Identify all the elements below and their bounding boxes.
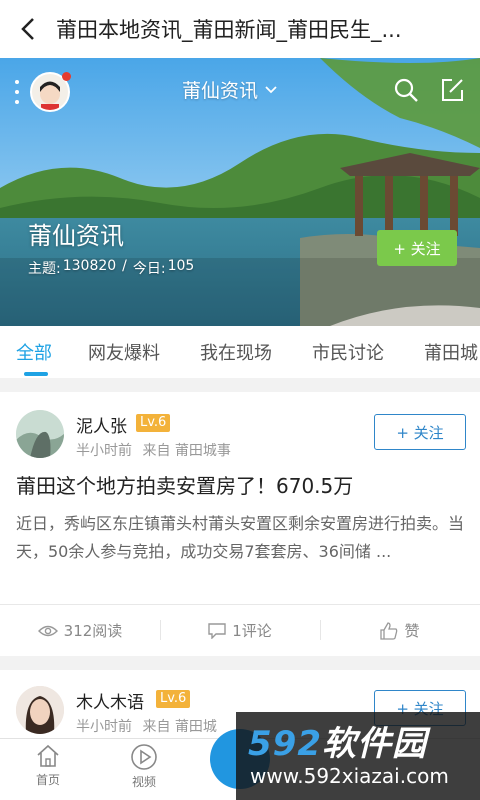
level-badge: Lv.6 — [156, 690, 191, 708]
author-name[interactable]: 泥人张 — [76, 412, 127, 437]
post-time: 半小时前 — [76, 443, 132, 459]
tab-city[interactable]: 莆田城 — [424, 339, 478, 365]
watermark-url: www.592xiazai.com — [250, 764, 449, 788]
comment-label: 1评论 — [232, 622, 272, 640]
tab-all[interactable]: 全部 — [16, 339, 52, 365]
post-meta: 半小时前 来自 莆田城 — [76, 716, 217, 736]
post-excerpt: 近日，秀屿区东庄镇莆头村莆头安置区剩余安置房进行拍卖。当天，50余人参与竞拍，成… — [16, 514, 465, 561]
watermark-logo: 592软件园 — [248, 716, 427, 765]
comment-button[interactable]: 1评论 — [160, 605, 320, 656]
post-time: 半小时前 — [76, 719, 132, 735]
today-label: 今日: — [132, 261, 166, 277]
avatar-image — [16, 410, 64, 458]
post-source: 来自 莆田城事 — [142, 443, 231, 459]
nav-video-label: 视频 — [131, 775, 156, 789]
nav-home[interactable]: 首页 — [18, 743, 78, 788]
more-icon[interactable] — [14, 80, 20, 104]
active-tab-indicator — [24, 372, 48, 376]
forum-stats: 主题: 130820 / 今日: 105 — [28, 258, 194, 278]
home-icon — [37, 744, 59, 767]
eye-icon — [37, 625, 58, 636]
like-button[interactable]: 赞 — [320, 605, 480, 656]
tab-discussion[interactable]: 市民讨论 — [312, 339, 384, 365]
watermark-logo-num: 592 — [248, 724, 322, 764]
post-actions: 312阅读 1评论 赞 — [0, 605, 480, 656]
post-card[interactable]: 泥人张 Lv.6 半小时前 来自 莆田城事 + 关注 莆田这个地方拍卖安置房了！… — [0, 392, 480, 656]
hero-banner: 莆仙资讯 莆仙资讯 主题: 130820 / 今日: 105 + 关注 — [0, 58, 480, 326]
post-source: 来自 莆田城 — [142, 719, 217, 735]
back-button[interactable] — [0, 0, 56, 58]
category-tabs: 全部 网友爆料 我在现场 市民讨论 莆田城 — [0, 326, 480, 378]
forum-name: 莆仙资讯 — [28, 222, 124, 250]
forum-follow-button[interactable]: + 关注 — [377, 230, 457, 266]
topics-label: 主题: — [28, 261, 61, 277]
views-label: 312阅读 — [63, 622, 123, 640]
page-title: 莆田本地资讯_莆田新闻_莆田民生_... — [56, 18, 402, 42]
top-bar: 莆田本地资讯_莆田新闻_莆田民生_... — [0, 0, 480, 58]
channel-selector-label: 莆仙资讯 — [182, 80, 259, 102]
author-avatar[interactable] — [16, 686, 64, 734]
comment-icon — [208, 622, 226, 639]
search-icon[interactable] — [392, 76, 420, 104]
nav-video[interactable]: 视频 — [114, 743, 174, 790]
like-label: 赞 — [404, 622, 420, 640]
post-title[interactable]: 莆田这个地方拍卖安置房了！670.5万 — [16, 470, 353, 499]
follow-author-button[interactable]: + 关注 — [374, 414, 466, 450]
level-badge: Lv.6 — [136, 414, 171, 432]
chevron-down-icon — [265, 85, 277, 93]
channel-selector[interactable]: 莆仙资讯 — [182, 76, 278, 103]
author-avatar[interactable] — [16, 410, 64, 458]
topics-count: 130820 — [62, 258, 117, 274]
tab-reports[interactable]: 网友爆料 — [88, 339, 160, 365]
today-count: 105 — [167, 258, 195, 274]
views-count: 312阅读 — [0, 605, 160, 656]
avatar-image — [16, 686, 64, 734]
page: 莆田本地资讯_莆田新闻_莆田民生_... 莆仙资讯 莆仙资讯 主题: 13082… — [0, 0, 480, 800]
tab-on-site[interactable]: 我在现场 — [200, 339, 272, 365]
chevron-left-icon — [21, 18, 34, 40]
post-meta: 半小时前 来自 莆田城事 — [76, 440, 231, 460]
watermark: 592软件园 www.592xiazai.com — [236, 712, 480, 800]
watermark-logo-text: 软件园 — [321, 724, 427, 764]
stats-separator: / — [122, 258, 127, 274]
author-name[interactable]: 木人木语 — [76, 688, 144, 713]
thumbs-up-icon — [380, 621, 398, 640]
nav-home-label: 首页 — [35, 773, 60, 787]
play-icon — [131, 744, 157, 770]
notification-dot — [62, 72, 71, 81]
compose-icon[interactable] — [438, 76, 466, 104]
